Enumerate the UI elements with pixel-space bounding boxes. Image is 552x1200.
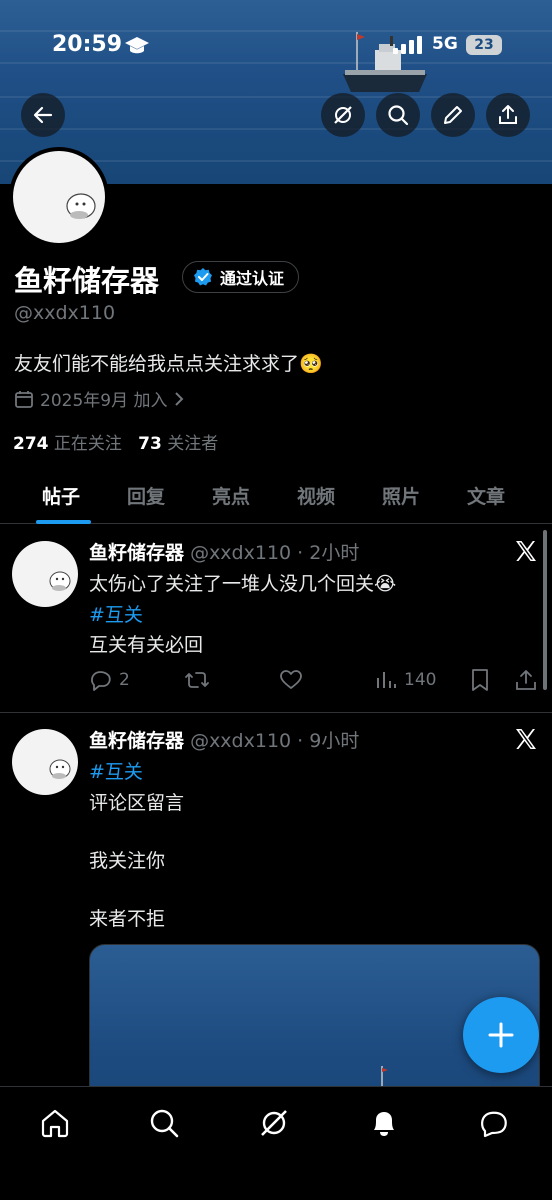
post-text-line: 太伤心了关注了一堆人没几个回关😭 [89,573,397,595]
follow-stats: 274 正在关注 73 关注者 [13,429,218,454]
tab-indicator [36,520,91,524]
tab-videos[interactable]: 视频 [297,482,335,509]
home-icon [41,1109,69,1138]
tab-photos[interactable]: 照片 [382,482,420,509]
repost-button[interactable] [184,668,210,692]
bottom-navigation [0,1086,552,1200]
following-label: 正在关注 [53,434,122,454]
compose-button[interactable] [463,997,539,1073]
followers-link[interactable]: 73 关注者 [138,434,218,454]
search-icon [150,1109,179,1138]
verified-badge-button[interactable]: 通过认证 [182,261,300,293]
arrow-left-icon [33,106,53,124]
post-text-line: 评论区留言 [89,792,185,814]
edit-button[interactable] [431,93,475,137]
tab-posts[interactable]: 帖子 [42,482,80,509]
post-avatar[interactable] [12,729,78,795]
nav-search[interactable] [144,1103,184,1143]
like-button[interactable] [279,668,303,692]
calendar-icon [15,390,33,408]
x-logo-icon [516,541,536,561]
profile-avatar[interactable] [9,147,109,247]
battery-indicator: 23 [466,35,502,55]
signal-icon [393,36,422,54]
views-icon [377,672,396,688]
post-text-line: 来者不拒 [89,908,166,930]
views-count: 140 [404,670,437,690]
heart-icon [280,670,302,689]
nav-grok[interactable] [254,1103,294,1143]
joined-label: 2025年9月 加入 [40,391,168,411]
joined-date[interactable]: 2025年9月 加入 [14,386,185,411]
chevron-right-icon [175,391,184,406]
post-author[interactable]: 鱼籽储存器 [89,542,184,564]
profile-tabs: 帖子 回复 亮点 视频 照片 文章 [0,468,552,524]
notifications-icon [374,1112,394,1136]
post-hashtag[interactable]: #互关 [89,600,143,627]
edit-icon [444,106,462,124]
post-share-button[interactable] [514,668,538,692]
verified-icon [194,268,212,286]
views-button[interactable]: 140 [374,668,436,692]
reply-icon [91,671,111,691]
post-avatar[interactable] [12,541,78,607]
post-text-line: 我关注你 [89,850,166,872]
post-meta: @xxdx110 · 9小时 [190,730,360,752]
reply-count: 2 [119,670,130,690]
tab-highlights[interactable]: 亮点 [212,482,250,509]
verified-label: 通过认证 [220,269,285,288]
avatar-image [66,193,96,219]
grok-button[interactable] [321,93,365,137]
nav-messages[interactable] [474,1103,514,1143]
status-time: 20:59 [52,32,123,57]
following-link[interactable]: 274 正在关注 [13,434,122,454]
tab-replies[interactable]: 回复 [127,482,165,509]
nav-notifications[interactable] [364,1103,404,1143]
graduation-cap-icon [125,37,149,54]
profile-bio: 友友们能不能给我点点关注求求了🥺 [14,353,323,375]
post-author[interactable]: 鱼籽储存器 [89,730,184,752]
nav-home[interactable] [35,1103,75,1143]
post-hashtag[interactable]: #互关 [89,757,143,784]
status-bar: 20:59 5G 23 [0,28,552,64]
post-header: 鱼籽储存器 @xxdx110 · 9小时 [89,726,359,753]
profile-handle: @xxdx110 [14,302,116,324]
x-logo-icon [516,729,536,749]
followers-count: 73 [138,434,162,454]
search-button[interactable] [376,93,420,137]
share-button[interactable] [486,93,530,137]
reply-button[interactable]: 2 [89,668,130,692]
avatar-image [49,759,71,779]
network-type: 5G [432,34,458,54]
search-icon [388,105,409,126]
scrollbar[interactable] [543,530,547,690]
tab-articles[interactable]: 文章 [467,482,505,509]
post-header: 鱼籽储存器 @xxdx110 · 2小时 [89,538,359,565]
plus-icon [488,1022,514,1048]
share-icon [499,105,517,124]
messages-icon [481,1111,507,1138]
share-icon [516,670,536,690]
post-divider [0,712,552,713]
back-button[interactable] [21,93,65,137]
post-text-line: 互关有关必回 [89,634,204,656]
post-meta: @xxdx110 · 2小时 [190,542,360,564]
grok-icon [261,1110,287,1136]
profile-name: 鱼籽储存器 [14,264,160,298]
bookmark-icon [472,669,488,691]
grok-icon [334,106,352,124]
followers-label: 关注者 [167,434,219,454]
following-count: 274 [13,434,49,454]
avatar-image [49,571,71,591]
bookmark-button[interactable] [469,668,491,692]
repost-icon [185,672,209,688]
